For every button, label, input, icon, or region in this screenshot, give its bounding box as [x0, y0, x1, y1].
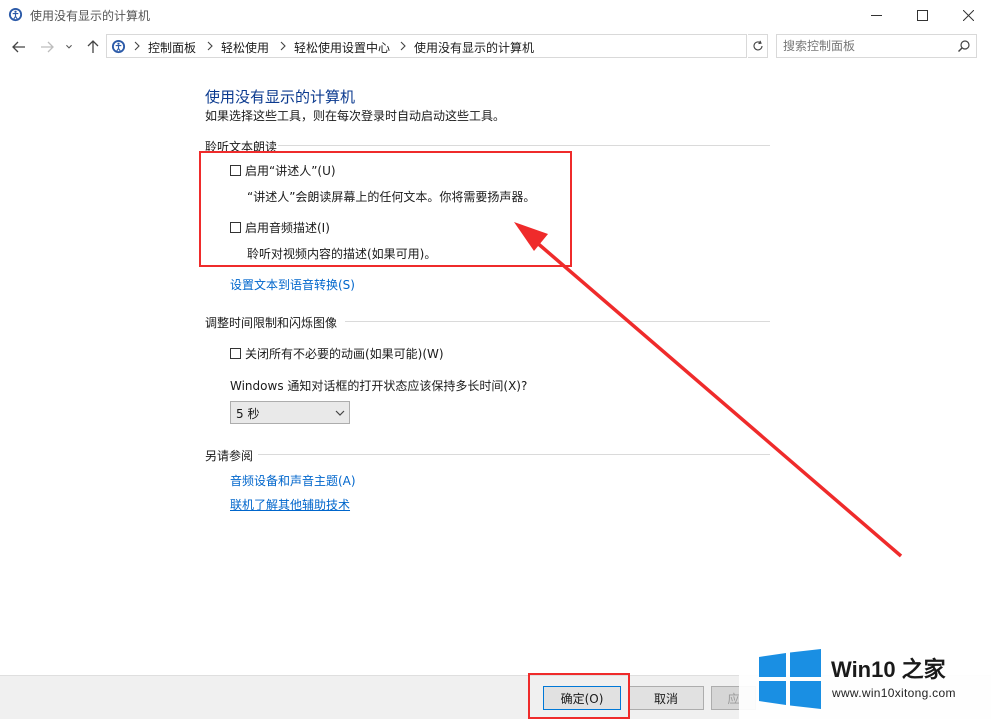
- forward-button[interactable]: [38, 38, 56, 56]
- audio-devices-link[interactable]: 音频设备和声音主题(A): [230, 472, 356, 489]
- notification-duration-select[interactable]: 5 秒: [230, 401, 350, 424]
- breadcrumb-separator-icon: [400, 41, 406, 51]
- arrow-left-icon: [12, 41, 25, 53]
- breadcrumb-ease-of-access-center[interactable]: 轻松使用设置中心: [294, 39, 390, 56]
- watermark-brand-win10: Win10: [831, 657, 896, 682]
- close-button[interactable]: [945, 0, 991, 30]
- section-title-timing: 调整时间限制和闪烁图像: [205, 316, 338, 330]
- animations-checkbox-row[interactable]: 关闭所有不必要的动画(如果可能)(W): [230, 345, 444, 362]
- breadcrumb-separator-icon: [280, 41, 286, 51]
- minimize-button[interactable]: [853, 0, 899, 30]
- chevron-down-icon: [66, 44, 72, 49]
- arrow-up-icon: [87, 40, 99, 53]
- window-title: 使用没有显示的计算机: [30, 9, 151, 23]
- close-icon: [962, 9, 974, 21]
- notification-duration-question: Windows 通知对话框的打开状态应该保持多长时间(X)?: [230, 379, 528, 393]
- animations-checkbox[interactable]: [230, 348, 241, 359]
- cancel-button[interactable]: 取消: [628, 686, 704, 710]
- ease-of-access-icon: [8, 7, 23, 22]
- notification-duration-value: 5 秒: [236, 407, 260, 421]
- search-icon[interactable]: [957, 39, 971, 53]
- navigation-bar: 控制面板 轻松使用 轻松使用设置中心 使用没有显示的计算机: [0, 30, 991, 64]
- breadcrumb-separator-icon: [134, 41, 140, 51]
- recent-locations-button[interactable]: [63, 38, 75, 56]
- search-input[interactable]: [783, 38, 953, 54]
- title-bar: 使用没有显示的计算机: [0, 0, 991, 30]
- watermark-brand-zhijia: 之家: [901, 657, 946, 682]
- page-title: 使用没有显示的计算机: [205, 88, 356, 106]
- watermark-brand: Win10 之家: [831, 652, 946, 684]
- arrow-right-icon: [41, 41, 54, 53]
- section-title-see-also: 另请参阅: [205, 449, 254, 463]
- control-panel-icon: [111, 39, 126, 54]
- watermark-url: www.win10xitong.com: [832, 686, 956, 700]
- back-button[interactable]: [10, 38, 28, 56]
- maximize-icon: [916, 9, 928, 21]
- section-divider: [278, 145, 770, 146]
- breadcrumb-control-panel[interactable]: 控制面板: [148, 39, 196, 56]
- breadcrumb-separator-icon: [207, 41, 213, 51]
- breadcrumb-ease-of-access[interactable]: 轻松使用: [221, 39, 269, 56]
- page-description: 如果选择这些工具，则在每次登录时自动启动这些工具。: [205, 109, 506, 123]
- online-assistive-tech-link[interactable]: 联机了解其他辅助技术: [230, 496, 350, 513]
- refresh-button[interactable]: [748, 34, 768, 58]
- maximize-button[interactable]: [899, 0, 945, 30]
- up-button[interactable]: [84, 38, 102, 56]
- watermark: Win10 之家 www.win10xitong.com: [739, 640, 991, 719]
- annotation-ok-highlight-box: [528, 673, 630, 719]
- section-divider: [345, 321, 770, 322]
- refresh-icon: [753, 40, 763, 51]
- chevron-down-icon: [335, 410, 345, 416]
- breadcrumb-current-page[interactable]: 使用没有显示的计算机: [414, 39, 534, 56]
- search-box[interactable]: [776, 34, 977, 58]
- address-bar[interactable]: 控制面板 轻松使用 轻松使用设置中心 使用没有显示的计算机: [106, 34, 844, 58]
- animations-label[interactable]: 关闭所有不必要的动画(如果可能)(W): [245, 345, 444, 362]
- annotation-highlight-box: [199, 151, 572, 267]
- section-divider: [258, 454, 770, 455]
- tts-settings-link[interactable]: 设置文本到语音转换(S): [230, 276, 355, 293]
- minimize-icon: [870, 14, 882, 16]
- windows-logo-icon: [759, 649, 821, 709]
